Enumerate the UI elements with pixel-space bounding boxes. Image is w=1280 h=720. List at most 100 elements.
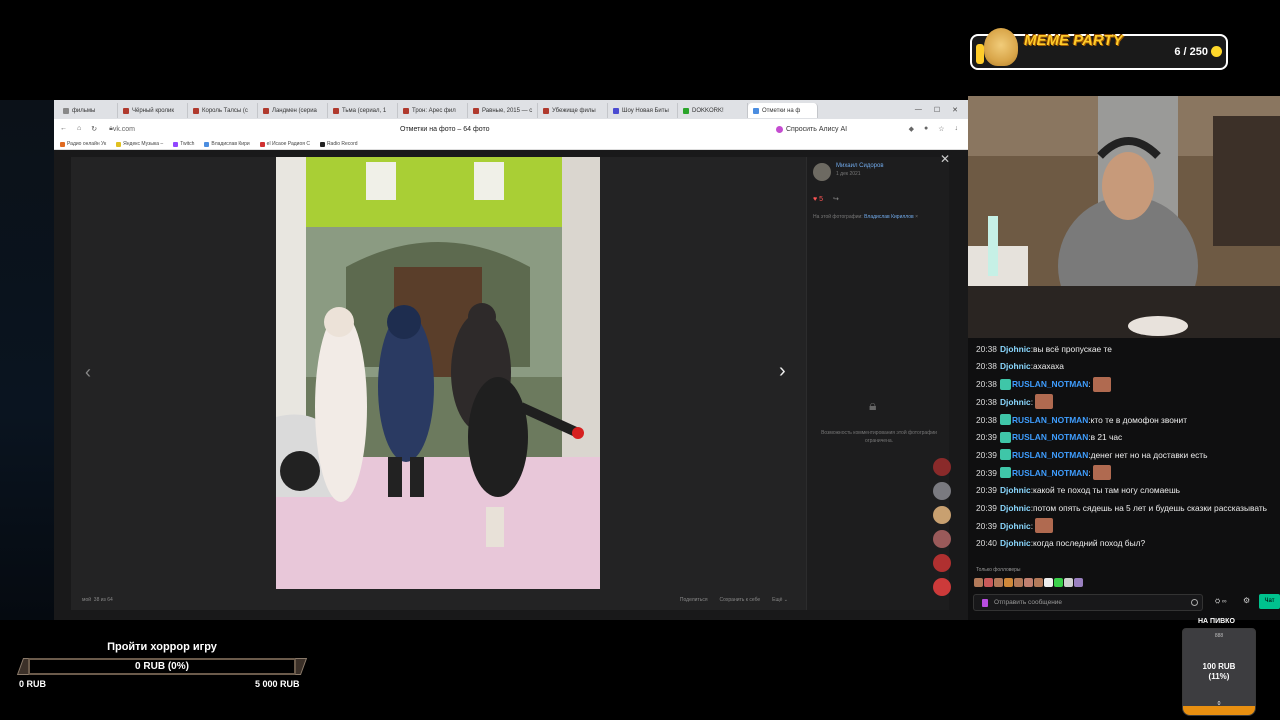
save-link[interactable]: Сохранить к себе [720, 597, 761, 603]
browser-tab[interactable]: Трон: Арес фил [398, 103, 468, 118]
emote-icon[interactable] [1035, 394, 1054, 410]
message-username[interactable]: RUSLAN_NOTMAN [1012, 450, 1088, 460]
emote-icon[interactable] [1024, 578, 1033, 587]
author-name[interactable]: Михаил Сидоров [836, 163, 884, 169]
bookmark-item[interactable]: Twitch [173, 141, 194, 147]
message-username[interactable]: Djohnic [1000, 361, 1031, 371]
message-username[interactable]: RUSLAN_NOTMAN [1012, 415, 1088, 425]
browser-tab[interactable]: Равные, 2015 — с [468, 103, 538, 118]
chat-send-button[interactable]: Чат [1259, 594, 1280, 609]
chat-message: 20:38 RUSLAN_NOTMAN: кто те в домофон зво… [976, 411, 1276, 429]
gear-icon[interactable]: ⚙ [1243, 596, 1250, 605]
maximize-icon[interactable]: ☐ [934, 106, 940, 114]
more-menu[interactable]: Ещё ⌄ [772, 597, 788, 603]
emote-icon[interactable] [974, 578, 983, 587]
browser-tab[interactable]: фильмы [58, 103, 118, 118]
emote-icon[interactable] [994, 578, 1003, 587]
close-viewer-icon[interactable]: ✕ [940, 152, 950, 166]
tab-label: DOKKORK! [692, 107, 724, 114]
message-time: 20:38 [976, 396, 997, 407]
avatar[interactable] [933, 482, 951, 500]
browser-tab[interactable]: Чёрный кролик [118, 103, 188, 118]
browser-tab[interactable]: Ландмен (сериа [258, 103, 328, 118]
avatar[interactable] [933, 506, 951, 524]
message-username[interactable]: Djohnic [1000, 344, 1031, 354]
meme-count: 6 / 250 [1174, 46, 1208, 58]
message-username[interactable]: RUSLAN_NOTMAN [1012, 468, 1088, 478]
emoji-icon[interactable] [1191, 599, 1198, 606]
window-controls: — ☐ ✕ [915, 106, 968, 114]
bookmark-item[interactable]: Радио онлайн Ук [60, 141, 106, 147]
browser-tab[interactable]: Убежище филы [538, 103, 608, 118]
beer-value: 100 RUB (11%) [1202, 662, 1236, 682]
alice-icon [776, 125, 783, 133]
message-username[interactable]: Djohnic [1000, 538, 1031, 548]
share-link[interactable]: Поделиться [680, 597, 708, 603]
subscriber-badge-icon[interactable] [999, 378, 1011, 390]
emote-icon[interactable] [1044, 578, 1053, 587]
close-icon[interactable]: ✕ [952, 106, 958, 114]
bookmark-item[interactable]: el Исаое Радиоя С [259, 141, 310, 147]
subscriber-badge-icon[interactable] [999, 449, 1011, 461]
shield-icon[interactable]: ◆ [909, 125, 914, 133]
reload-icon[interactable]: ↻ [91, 125, 97, 133]
chat-input[interactable]: Отправить сообщение [973, 594, 1203, 611]
message-username[interactable]: Djohnic [1000, 503, 1031, 513]
emote-icon[interactable] [1092, 376, 1111, 392]
emote-icon[interactable] [1064, 578, 1073, 587]
browser-tab[interactable]: DOKKORK! [678, 103, 748, 118]
download-icon[interactable]: ↓ [955, 125, 959, 133]
avatar[interactable] [933, 458, 951, 476]
bookmark-item[interactable]: Яндекс Музыка – [116, 141, 163, 147]
like-button[interactable]: ♥ 5 [813, 196, 823, 203]
subscriber-badge-icon[interactable] [999, 467, 1011, 479]
beer-title: НА ПИВКО [1198, 618, 1235, 625]
message-username[interactable]: Djohnic [1000, 485, 1031, 495]
avatar[interactable] [933, 530, 951, 548]
message-username[interactable]: RUSLAN_NOTMAN [1012, 379, 1088, 389]
bookmark-item[interactable]: Владислав Кири [204, 141, 250, 147]
avatar[interactable] [933, 578, 951, 596]
emote-icon[interactable] [1014, 578, 1023, 587]
browser-tab[interactable]: Шоу Новая Биты [608, 103, 678, 118]
emote-icon[interactable] [1074, 578, 1083, 587]
photo[interactable] [276, 157, 600, 589]
back-icon[interactable]: ← [60, 125, 67, 133]
owner-label[interactable]: мой [82, 597, 91, 603]
message-username[interactable]: Djohnic [1000, 397, 1031, 407]
share-icon[interactable]: ↪ [833, 195, 839, 203]
browser-tab[interactable]: Король Талсы (с [188, 103, 258, 118]
url-field[interactable]: vk.com [113, 126, 173, 133]
tagged-name[interactable]: Владислав Кириллов [864, 214, 914, 220]
emote-icon[interactable] [1034, 578, 1043, 587]
avatar[interactable] [813, 163, 831, 181]
alice-button[interactable]: Спросить Алису AI [776, 125, 847, 133]
gift-icon[interactable] [982, 599, 988, 607]
avatar[interactable] [933, 554, 951, 572]
previous-photo-icon[interactable]: ‹ [85, 362, 91, 383]
minimize-icon[interactable]: — [915, 106, 922, 114]
next-photo-icon[interactable]: › [779, 360, 786, 383]
channel-points[interactable]: ⛭ ∞ [1215, 598, 1227, 606]
browser-tab[interactable]: Отметки на ф [748, 103, 818, 118]
emote-icon[interactable] [984, 578, 993, 587]
author-block[interactable]: Михаил Сидоров 1 дек 2021 [813, 163, 884, 181]
bookmark-icon[interactable]: ☆ [938, 125, 944, 133]
emote-icon[interactable] [1004, 578, 1013, 587]
browser-tab[interactable]: Тьма (сериал, 1 [328, 103, 398, 118]
emote-icon[interactable] [1054, 578, 1063, 587]
remove-tag-icon[interactable]: × [915, 214, 918, 220]
bookmark-item[interactable]: Radio Record [319, 141, 358, 147]
chat-panel: 20:38 Djohnic: вы всё пропускае те 20:38 Dj… [968, 338, 1280, 620]
subscriber-badge-icon[interactable] [999, 431, 1011, 443]
favicon-icon [193, 107, 199, 114]
photo-counter: 38 из 64 [93, 597, 113, 603]
emote-icon[interactable] [1092, 465, 1111, 481]
goal-min: 0 RUB [19, 679, 47, 689]
message-username[interactable]: RUSLAN_NOTMAN [1012, 432, 1088, 442]
extension-icon[interactable]: ● [924, 125, 928, 133]
emote-icon[interactable] [1035, 518, 1054, 534]
home-icon[interactable]: ⌂ [77, 125, 81, 133]
message-username[interactable]: Djohnic [1000, 521, 1031, 531]
subscriber-badge-icon[interactable] [999, 414, 1011, 426]
